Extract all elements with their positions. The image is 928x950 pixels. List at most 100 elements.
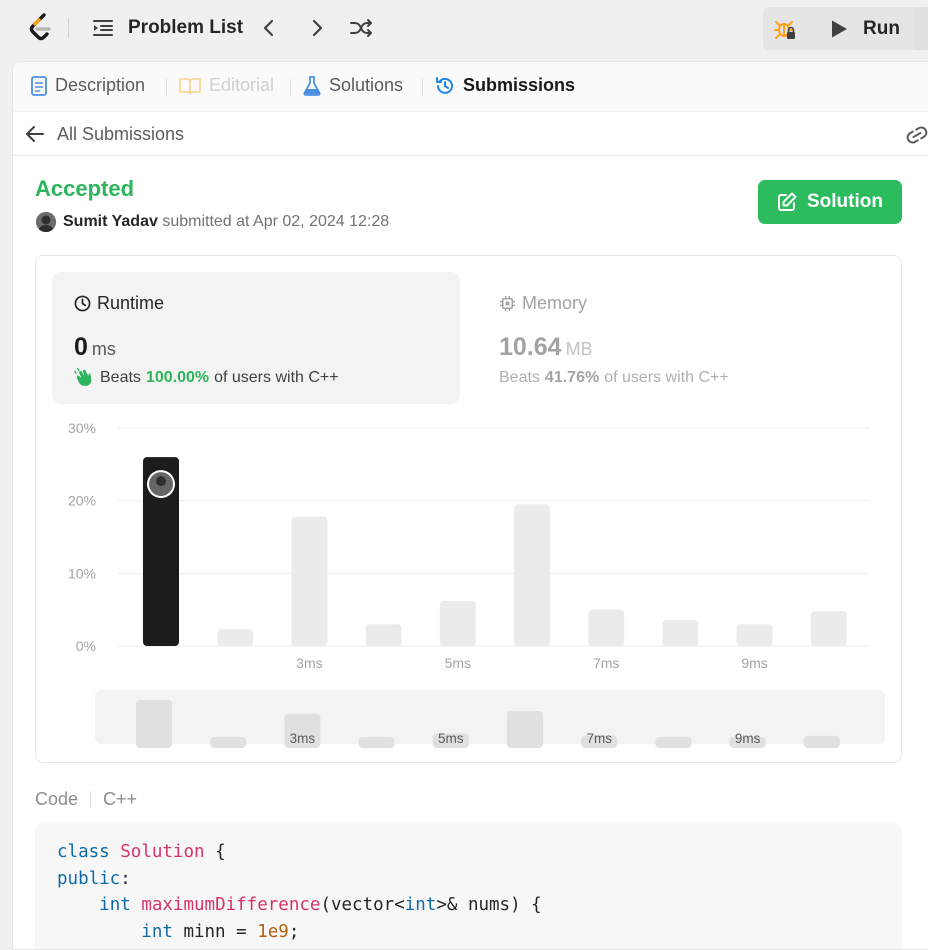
status-accepted: Accepted [35,176,135,201]
y-tick-label: 20% [68,493,96,509]
divider [166,79,167,96]
code-token: ; [288,921,300,942]
chart-bar [514,504,550,646]
run-label: Run [863,18,900,39]
code-token: Solution [120,842,205,862]
bug-lock-icon [774,20,795,39]
code-token: public [57,868,121,889]
tab-label: Editorial [209,75,275,95]
overview-tick-label: 9ms [735,731,761,746]
code-label: Code [35,789,79,809]
solution-label: Solution [807,191,883,212]
tab-label: Solutions [329,75,404,95]
code-token: class [57,842,110,862]
code-token: int [404,895,437,915]
document-icon [31,75,47,96]
code-header: Code C++ [35,789,137,810]
code-token: int [141,921,173,942]
chart-bar [810,611,847,646]
history-icon [436,76,453,94]
chart-bar [588,609,625,646]
chevron-right-icon[interactable] [305,16,329,40]
debug-button[interactable] [763,7,807,50]
x-tick-label: 3ms [296,655,322,671]
submitted-time: submitted at Apr 02, 2024 12:28 [162,213,390,230]
chart-bar [291,516,328,646]
code-token: { [204,842,226,862]
code-line: class Solution { [57,839,880,866]
code-line: int minn = 1e9; [57,919,880,946]
code-token: : [120,868,131,889]
tab-solutions[interactable]: Solutions [303,75,403,96]
code-token: (vector< [320,895,405,915]
code-line: int maximumDifference(vector<int>& nums)… [57,892,880,919]
book-icon [179,77,201,95]
code-language: C++ [103,789,138,809]
y-tick-label: 30% [68,420,96,436]
overview-tick-label: 5ms [438,731,464,746]
chart-bar [662,619,699,646]
x-tick-label: 7ms [593,655,619,671]
tab-editorial[interactable]: Editorial [179,75,274,96]
code-token: >& nums) { [436,895,542,915]
link-icon[interactable] [905,124,928,144]
all-submissions-link[interactable]: All Submissions [57,124,184,145]
code-block[interactable]: class Solution {public: int maximumDiffe… [35,823,902,949]
x-tick-label: 5ms [445,655,471,671]
y-tick-label: 0% [76,638,96,654]
left-panel: Description Editorial Solutions Submissi… [12,61,928,950]
y-tick-label: 10% [68,565,96,581]
overview-tick-label: 7ms [586,731,612,746]
chevron-left-icon[interactable] [257,16,281,40]
avatar-photo-icon [36,212,56,232]
problem-list-link[interactable]: Problem List [128,17,243,39]
solution-button[interactable]: Solution [758,180,902,224]
chart-bar [736,624,773,646]
shuffle-icon[interactable] [349,16,373,40]
submission-info: Sumit Yadav submitted at Apr 02, 2024 12… [63,213,389,231]
avatar[interactable] [36,212,56,232]
arrow-left-icon[interactable] [25,125,45,143]
overview-bar [210,737,247,748]
top-bar: Problem List Run [0,0,928,57]
divider [90,791,92,808]
divider [422,79,423,96]
leetcode-logo-icon[interactable] [26,12,56,44]
tab-label: Submissions [463,75,576,95]
chart-bar [365,624,402,646]
overview-tick-label: 3ms [290,731,316,746]
submission-header: All Submissions [13,112,928,156]
overview-bar [136,700,172,748]
code-token: int [99,895,131,915]
overview-bar [507,711,543,748]
overview-bar [655,737,692,748]
code-token: minn = [172,921,258,942]
edit-icon [778,192,797,211]
overview-bar [358,737,395,748]
stats-box: Runtime 0 ms Beats 100.00% of users with … [35,255,902,763]
x-tick-label: 9ms [741,655,767,671]
tab-bar: Description Editorial Solutions Submissi… [13,62,928,112]
code-line: public: [57,866,880,893]
chart-overview-strip [95,690,885,744]
tab-label: Description [55,75,146,95]
overview-bar [803,735,840,748]
play-icon [832,20,847,38]
list-icon[interactable] [92,18,114,38]
code-token: maximumDifference [141,895,321,915]
user-avatar-head [156,476,166,487]
runtime-distribution-chart: 30% 20% 10% 0% 3ms 5ms 7ms 9ms 3ms 5ms 7ms 9ms [68,420,885,748]
divider [68,18,69,38]
tab-description[interactable]: Description [31,75,145,96]
chart-bar [217,629,254,646]
username[interactable]: Sumit Yadav [63,213,158,230]
tab-submissions[interactable]: Submissions [435,75,575,96]
code-token: 1e9 [257,921,289,942]
divider [290,79,291,96]
flask-icon [303,75,321,96]
submit-button-edge[interactable] [915,7,928,50]
